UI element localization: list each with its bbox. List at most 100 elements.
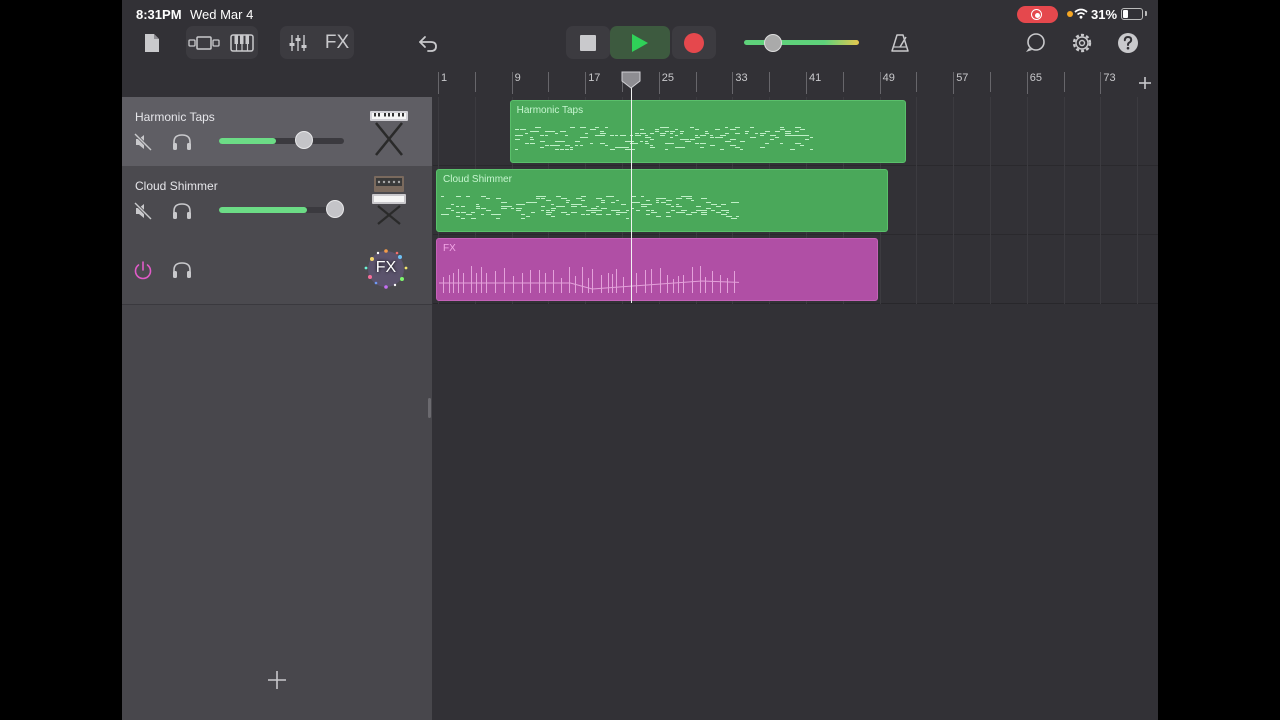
midi-note [634, 135, 641, 136]
midi-note [681, 210, 686, 211]
midi-note [701, 198, 707, 199]
my-songs-button[interactable] [140, 30, 164, 56]
mute-icon[interactable] [134, 202, 152, 220]
grid-line [990, 97, 991, 304]
midi-note [569, 149, 573, 150]
timeline-ruler[interactable]: 1 9 17 25 33 41 49 57 65 73 [433, 70, 1158, 97]
midi-note [794, 131, 799, 132]
midi-note [591, 212, 596, 213]
keyboard-button[interactable] [226, 26, 258, 59]
track-volume-knob[interactable] [326, 200, 345, 218]
midi-note [711, 210, 715, 211]
midi-note [549, 131, 555, 132]
fx-button[interactable]: FX [320, 26, 354, 59]
midi-note [719, 137, 723, 138]
midi-note [686, 196, 692, 197]
midi-note [696, 210, 701, 211]
midi-note [564, 149, 569, 150]
midi-note [614, 135, 618, 136]
midi-note [694, 137, 700, 138]
undo-button[interactable] [414, 30, 442, 56]
ruler-bar-label: 33 [735, 72, 748, 84]
midi-note [601, 200, 605, 201]
track-volume-knob[interactable] [295, 131, 313, 149]
settings-button[interactable] [1070, 30, 1094, 56]
midi-note [654, 129, 659, 130]
midi-note [581, 196, 586, 197]
midi-note [809, 149, 813, 150]
midi-note [794, 127, 801, 128]
midi-note [634, 133, 639, 134]
track-header-cloud-shimmer[interactable]: Cloud Shimmer [122, 166, 432, 236]
midi-note [669, 143, 674, 144]
play-button[interactable] [610, 26, 670, 59]
screen-recording-indicator[interactable] [1017, 6, 1058, 23]
tracks-view-icon [188, 35, 220, 50]
track-volume-slider[interactable] [219, 138, 344, 144]
midi-note [476, 206, 480, 207]
midi-note [596, 210, 602, 211]
record-button[interactable] [672, 26, 716, 59]
mixer-button[interactable] [282, 26, 314, 59]
track-header-fx[interactable]: FX [122, 235, 432, 305]
ruler-bar-label: 49 [882, 72, 895, 84]
midi-note [694, 129, 699, 130]
midi-note [514, 149, 518, 150]
track-volume-slider[interactable] [219, 207, 344, 213]
midi-note [574, 141, 580, 142]
headphones-icon[interactable] [171, 133, 193, 151]
ruler-bar-label: 1 [441, 72, 448, 84]
midi-note [516, 204, 521, 205]
playhead-handle[interactable] [621, 71, 641, 89]
midi-note [659, 135, 665, 136]
midi-note [649, 145, 653, 146]
track-view-button[interactable] [186, 26, 222, 59]
power-icon[interactable] [133, 260, 153, 280]
wifi-icon [1074, 8, 1088, 19]
fx-sparkle-icon: FX [362, 247, 410, 291]
headphones-icon[interactable] [171, 202, 193, 220]
add-track-button[interactable] [265, 668, 289, 692]
region-cloud-shimmer[interactable]: Cloud Shimmer [436, 169, 889, 232]
midi-note [569, 127, 575, 128]
midi-note [441, 214, 446, 215]
region-fx[interactable]: FX [436, 238, 878, 301]
track-header-harmonic-taps[interactable]: Harmonic Taps [122, 97, 432, 167]
panel-resize-handle[interactable] [428, 398, 431, 418]
midi-note [606, 214, 611, 215]
fx-badge-label: FX [375, 259, 397, 276]
midi-note [681, 212, 685, 213]
add-section-button[interactable] [1136, 74, 1154, 92]
midi-note [694, 135, 698, 136]
midi-note [656, 198, 661, 199]
midi-note [671, 206, 674, 207]
midi-note [784, 133, 791, 134]
fx-automation-tick [449, 275, 450, 293]
stop-button[interactable] [566, 26, 610, 59]
master-volume-meter[interactable] [744, 40, 859, 45]
help-button[interactable] [1116, 31, 1140, 55]
midi-note [516, 208, 522, 209]
ruler-tick [990, 72, 991, 92]
midi-note [539, 135, 544, 136]
midi-note [519, 135, 523, 136]
midi-note [471, 212, 475, 213]
midi-note [716, 212, 721, 213]
master-volume-knob[interactable] [763, 34, 782, 52]
battery-tip [1145, 11, 1147, 16]
region-harmonic-taps[interactable]: Harmonic Taps [509, 100, 906, 163]
fx-automation-tick [636, 273, 637, 293]
fx-automation [439, 266, 739, 293]
midi-note [636, 202, 640, 203]
midi-note [709, 135, 713, 136]
metronome-button[interactable] [888, 30, 912, 56]
midi-note [506, 206, 512, 207]
headphones-icon[interactable] [171, 261, 193, 279]
loop-browser-button[interactable] [1024, 30, 1048, 56]
mute-icon[interactable] [134, 133, 152, 151]
midi-note [501, 202, 507, 203]
midi-note [719, 135, 726, 136]
midi-note [649, 139, 654, 140]
midi-note [646, 210, 650, 211]
midi-note [624, 149, 630, 150]
